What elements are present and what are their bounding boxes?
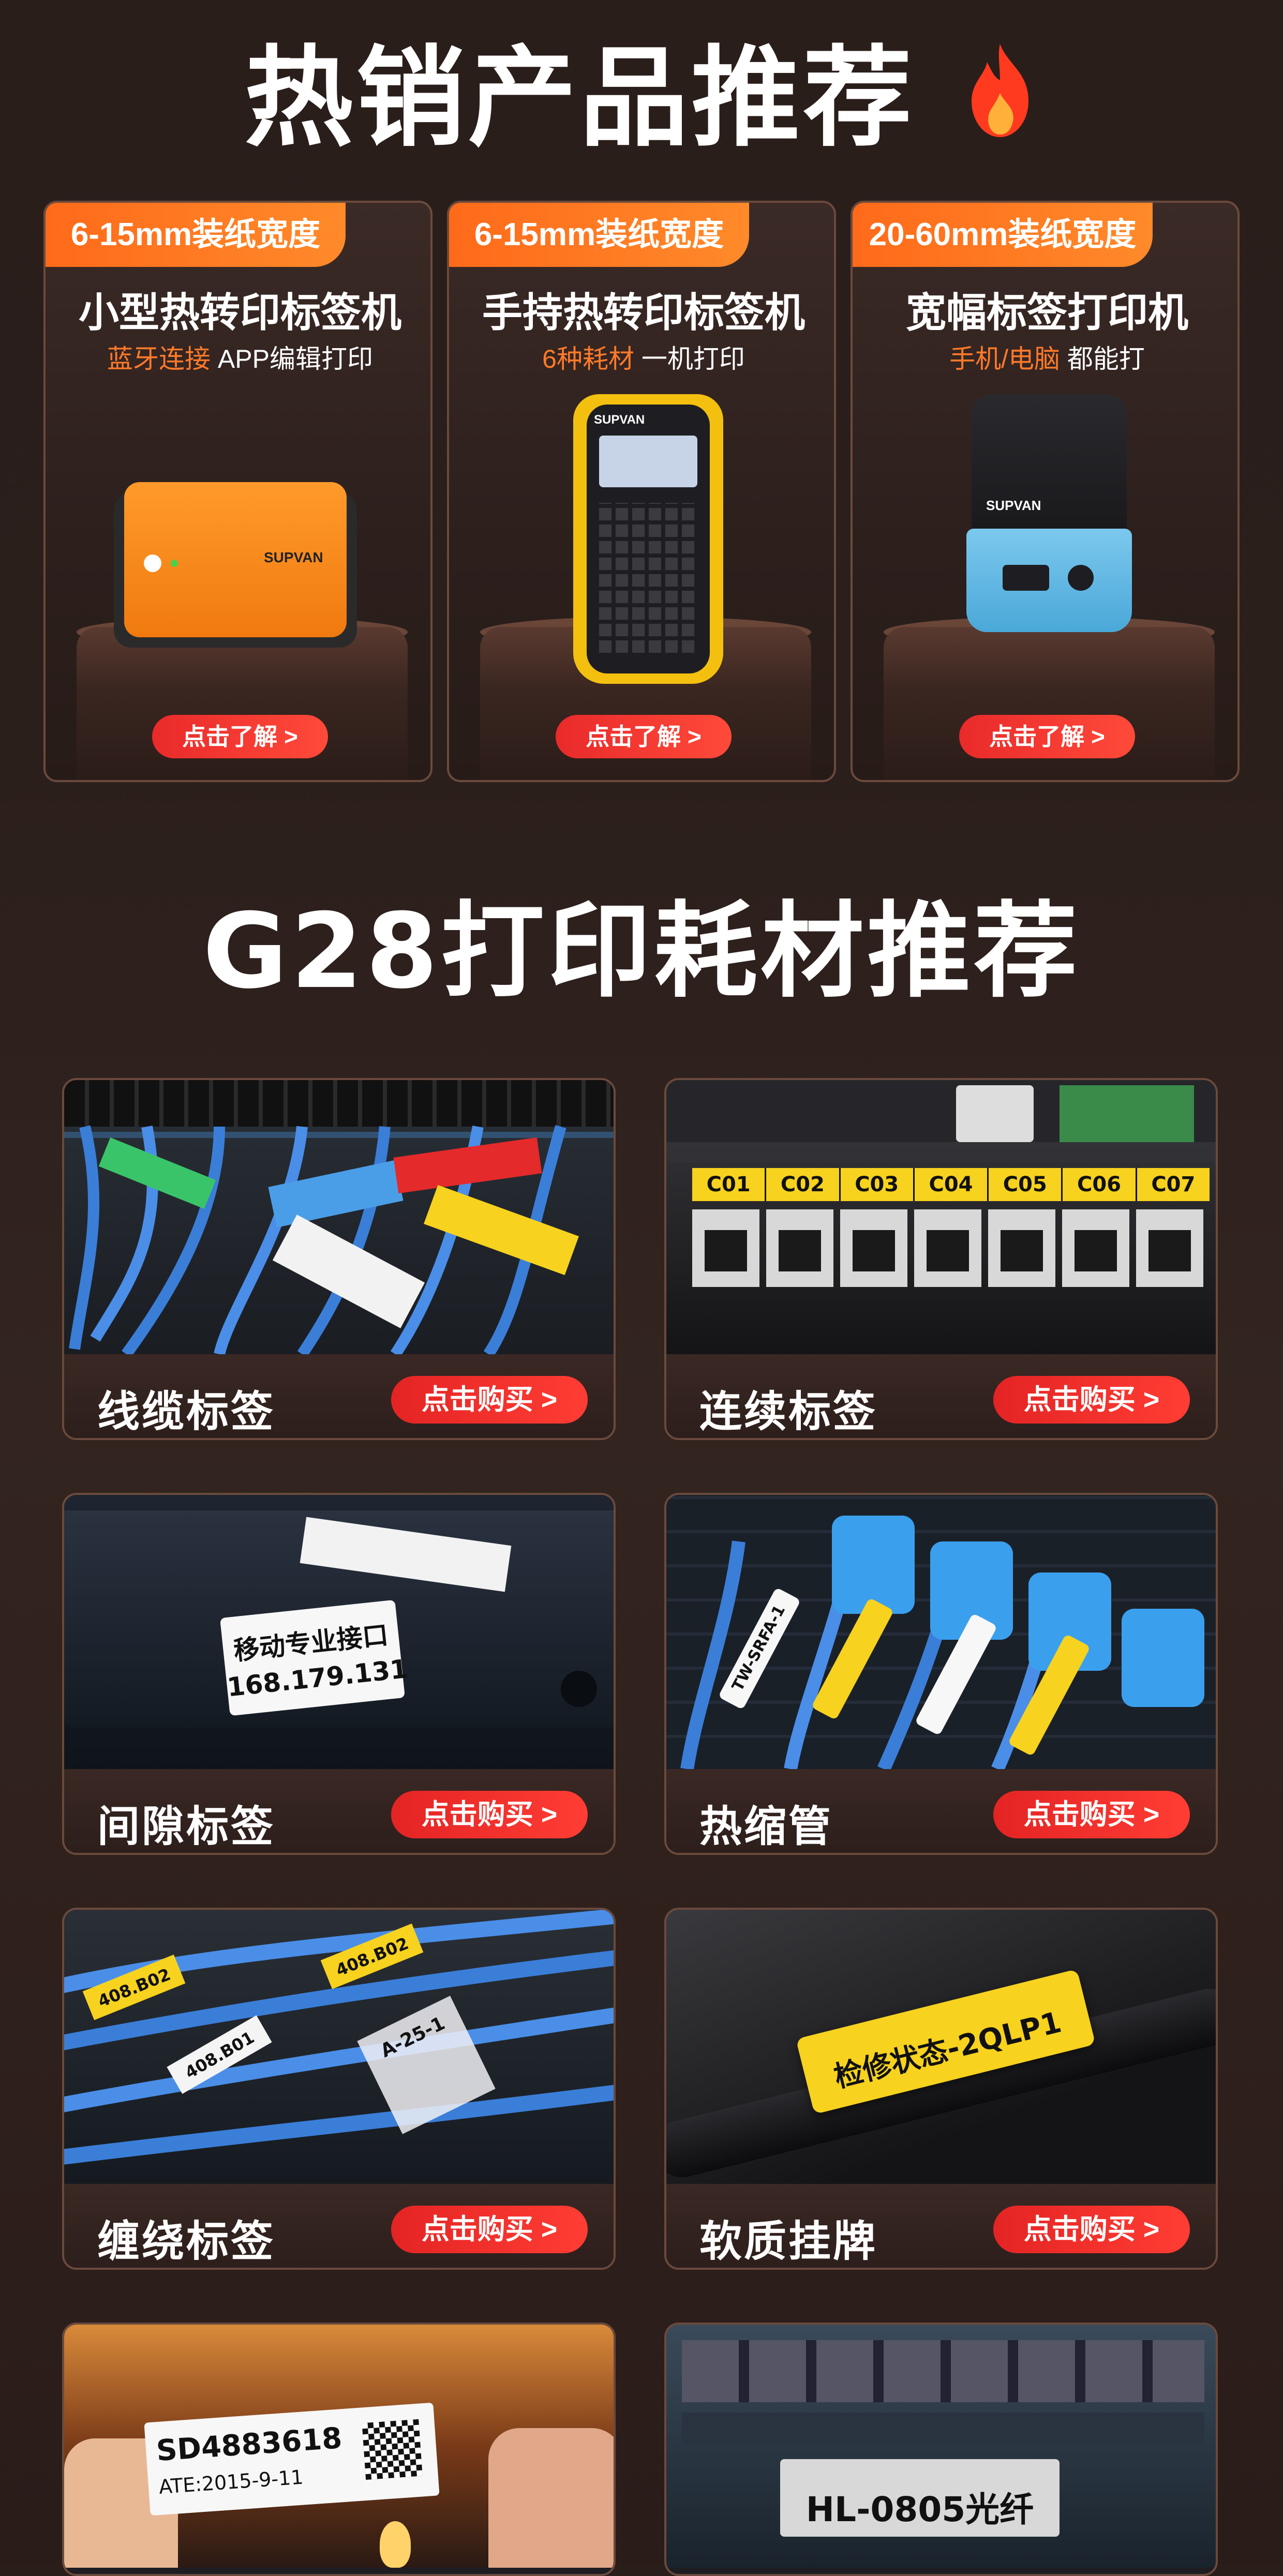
material-label: 缠绕标签 xyxy=(97,2218,276,2265)
material-card-heat-shrink[interactable]: TW-SRFA-1 热缩管 点击购买 > xyxy=(664,1493,1218,1855)
label-text: HL-0805光纤 xyxy=(805,2490,1034,2529)
product-card-2[interactable]: 6-15mm装纸宽度 手持热转印标签机 6种耗材 一机打印 SUPVAN 点击了… xyxy=(447,201,836,782)
hot-products-title: 热销产品推荐 xyxy=(0,31,1283,166)
blue-cables-graphic xyxy=(69,1125,566,1354)
material-label: 间隙标签 xyxy=(97,1803,276,1850)
product-subtitle: 手机/电脑 都能打 xyxy=(853,338,1237,376)
learn-more-button[interactable]: 点击了解 > xyxy=(959,715,1135,758)
buy-button[interactable]: 点击购买 > xyxy=(391,2206,588,2253)
handheld-printer-image: SUPVAN xyxy=(573,394,723,684)
product-card-3[interactable]: 20-60mm装纸宽度 宽幅标签打印机 手机/电脑 都能打 SUPVAN 点击了… xyxy=(851,201,1240,782)
flame-icon xyxy=(971,44,1028,137)
wide-printer-image: SUPVAN xyxy=(966,394,1132,632)
port-label: C07 xyxy=(1151,1173,1196,1196)
material-bar: 连续标签 点击购买 > xyxy=(666,1354,1216,1438)
buy-button[interactable]: 点击购买 > xyxy=(993,1791,1190,1838)
gap-label-sample: 移动专业接口 168.179.131 xyxy=(220,1599,409,1716)
product-name: 宽幅标签打印机 xyxy=(905,290,1188,335)
material-image: C01 C02 C03 C04 C05 C06 C07 xyxy=(666,1080,1216,1354)
paper-width-tag: 6-15mm装纸宽度 xyxy=(46,203,346,267)
brand-logo: SUPVAN xyxy=(594,413,645,427)
buy-button[interactable]: 点击购买 > xyxy=(993,1376,1190,1424)
blue-cables-graphic xyxy=(64,1910,614,2165)
material-label: 连续标签 xyxy=(699,1388,878,1435)
subtitle-highlight: 手机/电脑 xyxy=(949,345,1060,373)
product-name: 小型热转印标签机 xyxy=(78,290,401,335)
material-card-8[interactable]: HL-0805光纤 xyxy=(664,2323,1218,2576)
port-label: C01 xyxy=(692,1168,767,1201)
learn-more-button[interactable]: 点击了解 > xyxy=(152,715,328,758)
material-image: HL-0805光纤 xyxy=(666,2325,1216,2568)
material-image: 检修状态-2QLP1 xyxy=(666,1910,1216,2184)
product-subtitle: 蓝牙连接 APP编辑打印 xyxy=(46,338,430,376)
material-label: 热缩管 xyxy=(699,1803,833,1850)
fiber-label-sample: HL-0805光纤 xyxy=(780,2459,1060,2537)
material-image xyxy=(64,1080,614,1354)
material-card-7[interactable]: SD4883618 ATE:2015-9-11 xyxy=(62,2323,616,2576)
brand-logo: SUPVAN xyxy=(264,549,323,565)
port-label: C02 xyxy=(766,1168,841,1201)
port-label: C04 xyxy=(915,1168,989,1201)
subtitle-rest: 一机打印 xyxy=(634,345,745,373)
material-bar: 间隙标签 点击购买 > xyxy=(64,1769,614,1853)
material-image: TW-SRFA-1 xyxy=(666,1495,1216,1769)
subtitle-highlight: 6种耗材 xyxy=(542,345,634,373)
buy-button[interactable]: 点击购买 > xyxy=(993,2206,1190,2253)
label-line-1: SD4883618 xyxy=(155,2421,344,2468)
material-card-wrap-label[interactable]: 408.B02 408.B02 408.B01 A-25-1 缠绕标签 点击购买… xyxy=(62,1908,616,2270)
material-bar: 缠绕标签 点击购买 > xyxy=(64,2184,614,2268)
port-label: C06 xyxy=(1063,1168,1137,1201)
material-card-cable-label[interactable]: 线缆标签 点击购买 > xyxy=(62,1078,616,1440)
port-label: C05 xyxy=(989,1168,1063,1201)
material-image: 408.B02 408.B02 408.B01 A-25-1 xyxy=(64,1910,614,2184)
subtitle-rest: APP编辑打印 xyxy=(211,345,373,373)
date-label-sample: SD4883618 ATE:2015-9-11 xyxy=(144,2402,440,2516)
port-label: C03 xyxy=(841,1168,915,1201)
continuous-label-strip: C01 C02 C03 C04 C05 C06 C07 xyxy=(692,1168,1210,1201)
label-line-2: ATE:2015-9-11 xyxy=(158,2465,304,2498)
material-bar: 线缆标签 点击购买 > xyxy=(64,1354,614,1438)
pedestal xyxy=(884,627,1215,780)
buy-button[interactable]: 点击购买 > xyxy=(391,1791,588,1838)
material-card-continuous-label[interactable]: C01 C02 C03 C04 C05 C06 C07 连续标签 点击购买 > xyxy=(664,1078,1218,1440)
product-name: 手持热转印标签机 xyxy=(482,290,805,335)
consumables-title: G28打印耗材推荐 xyxy=(202,891,1081,1012)
paper-width-tag: 20-60mm装纸宽度 xyxy=(853,203,1153,267)
learn-more-button[interactable]: 点击了解 > xyxy=(556,715,732,758)
material-bar: 热缩管 点击购买 > xyxy=(666,1769,1216,1853)
product-subtitle: 6种耗材 一机打印 xyxy=(449,338,834,376)
material-card-gap-label[interactable]: 移动专业接口 168.179.131 间隙标签 点击购买 > xyxy=(62,1493,616,1855)
material-image: SD4883618 ATE:2015-9-11 xyxy=(64,2325,614,2568)
hot-products-title-text: 热销产品推荐 xyxy=(244,35,915,161)
brand-logo: SUPVAN xyxy=(986,498,1041,513)
subtitle-highlight: 蓝牙连接 xyxy=(107,345,211,373)
material-image: 移动专业接口 168.179.131 xyxy=(64,1495,614,1769)
qr-code-icon xyxy=(362,2419,423,2480)
material-bar: 软质挂牌 点击购买 > xyxy=(666,2184,1216,2268)
paper-width-tag: 6-15mm装纸宽度 xyxy=(449,203,749,267)
material-card-soft-tag[interactable]: 检修状态-2QLP1 软质挂牌 点击购买 > xyxy=(664,1908,1218,2270)
label-printer-image: SUPVAN xyxy=(114,477,357,653)
material-label: 线缆标签 xyxy=(97,1388,276,1435)
material-label: 软质挂牌 xyxy=(699,2218,878,2265)
buy-button[interactable]: 点击购买 > xyxy=(391,1376,588,1424)
subtitle-rest: 都能打 xyxy=(1060,345,1145,373)
product-card-1[interactable]: 6-15mm装纸宽度 小型热转印标签机 蓝牙连接 APP编辑打印 SUPVAN … xyxy=(43,201,432,782)
